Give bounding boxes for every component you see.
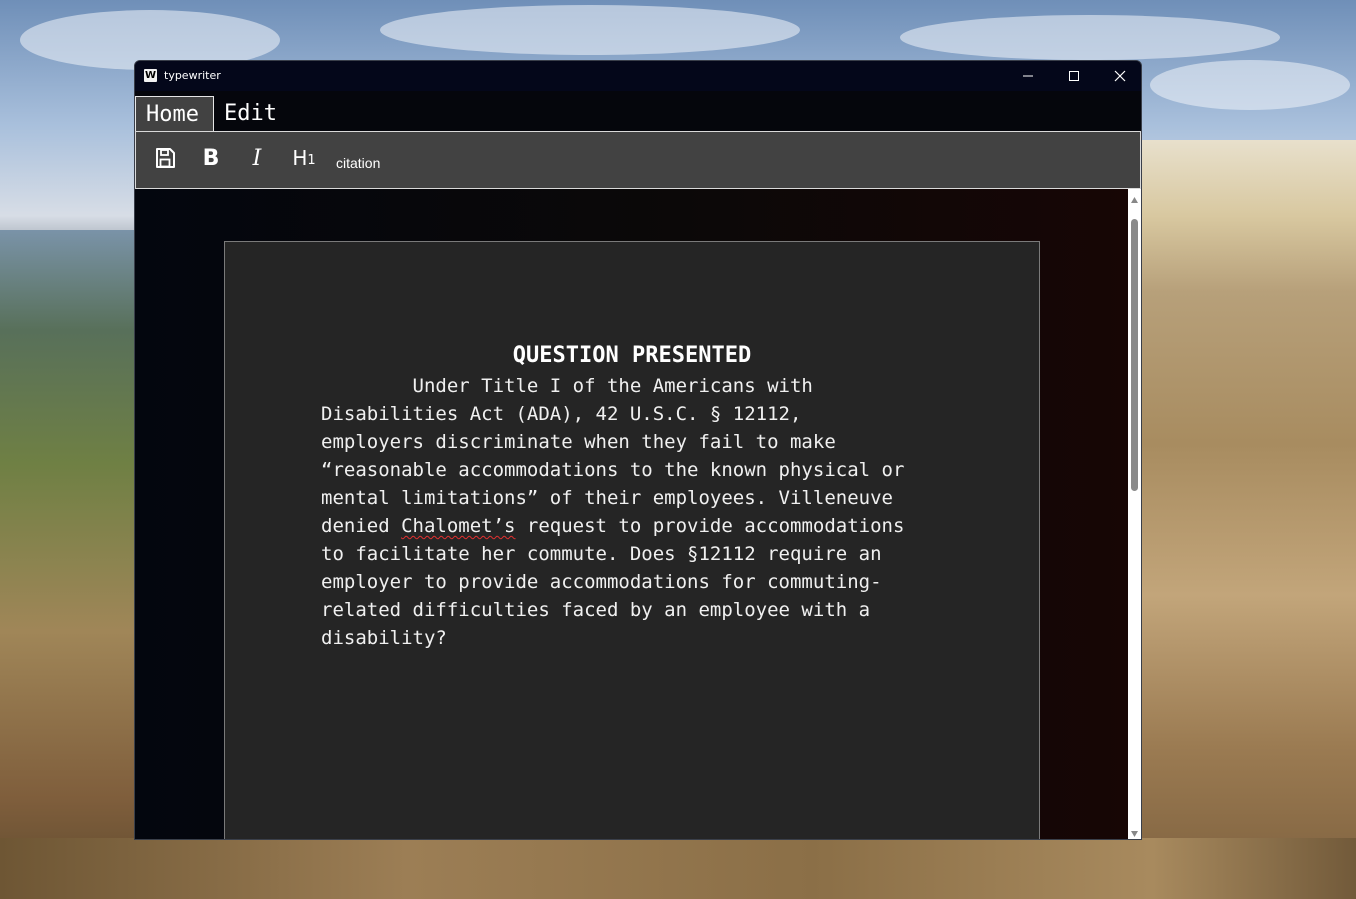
body-line: Disabilities Act (ADA), 42 U.S.C. § 1211… (321, 403, 802, 425)
maximize-icon (1069, 71, 1079, 81)
body-line-rest: request to provide accommodations (515, 515, 905, 537)
heading-button[interactable]: H1 (289, 144, 319, 172)
title-bar[interactable]: W typewriter (135, 61, 1141, 91)
bold-button[interactable]: B (198, 144, 224, 172)
body-line: Under Title I of the Americans with (321, 375, 813, 397)
app-window: W typewriter Home Edit B I H1 citation Q… (134, 60, 1142, 840)
tab-edit[interactable]: Edit (214, 96, 287, 131)
citation-button[interactable]: citation (336, 151, 380, 175)
heading-level: 1 (307, 152, 316, 168)
close-icon (1114, 70, 1126, 82)
minimize-button[interactable] (1005, 61, 1051, 91)
body-line: employer to provide accommodations for c… (321, 571, 882, 593)
document-heading[interactable]: QUESTION PRESENTED (225, 342, 1039, 370)
maximize-button[interactable] (1051, 61, 1097, 91)
body-line: mental limitations” of their employees. … (321, 487, 893, 509)
editor-area: QUESTION PRESENTED Under Title I of the … (135, 189, 1128, 839)
body-line: “reasonable accommodations to the known … (321, 459, 905, 481)
body-line: to facilitate her commute. Does §12112 r… (321, 543, 882, 565)
vertical-scrollbar[interactable] (1128, 189, 1141, 839)
body-line: disability? (321, 627, 447, 649)
close-button[interactable] (1097, 61, 1141, 91)
scroll-down-arrow-icon (1131, 831, 1138, 837)
window-title: typewriter (164, 69, 221, 82)
app-logo-icon: W (144, 69, 157, 82)
misspelled-word[interactable]: Chalomet’s (401, 515, 515, 537)
scroll-up-arrow-icon (1131, 197, 1138, 203)
body-line: related difficulties faced by an employe… (321, 599, 871, 621)
ribbon-tabs: Home Edit (135, 95, 1141, 131)
italic-button[interactable]: I (244, 144, 270, 172)
body-line: employers discriminate when they fail to… (321, 431, 836, 453)
ribbon-toolbar: B I H1 citation (135, 131, 1141, 189)
document-page[interactable]: QUESTION PRESENTED Under Title I of the … (224, 241, 1040, 839)
save-icon (156, 148, 175, 168)
scrollbar-thumb[interactable] (1131, 219, 1138, 491)
tab-home[interactable]: Home (135, 96, 214, 131)
save-button[interactable] (152, 144, 178, 172)
heading-label: H (292, 146, 308, 170)
document-body[interactable]: Under Title I of the Americans with Disa… (321, 372, 961, 652)
body-line: denied (321, 515, 402, 537)
minimize-icon (1023, 75, 1033, 77)
